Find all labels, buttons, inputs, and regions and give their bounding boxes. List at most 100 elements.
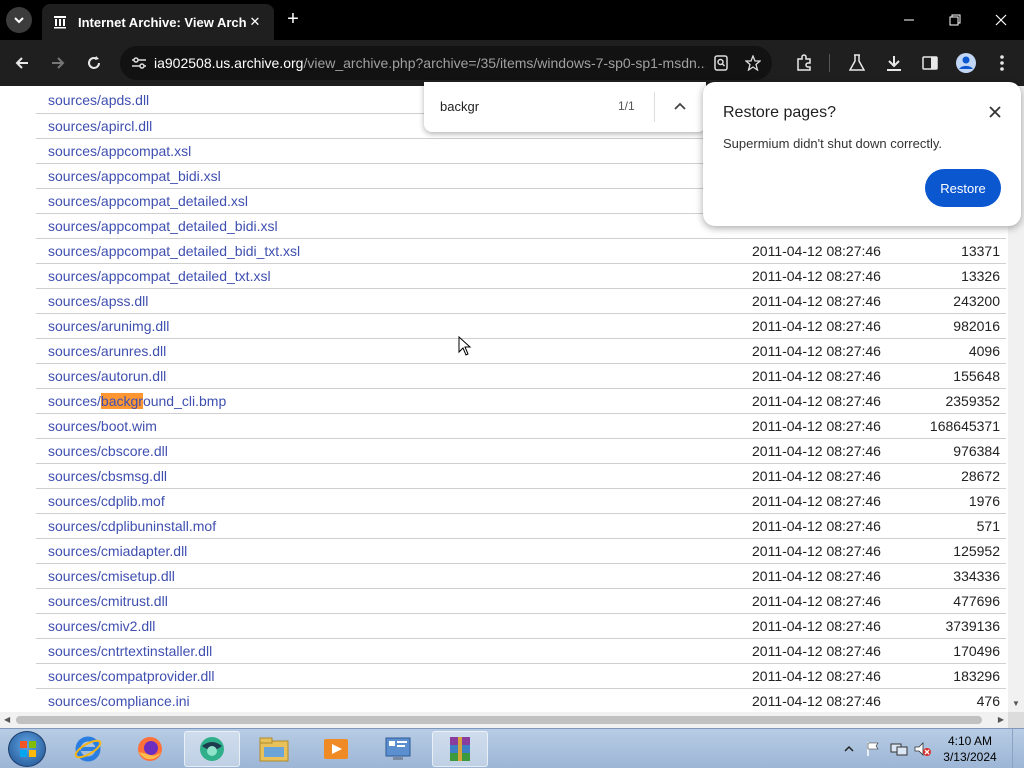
file-size-cell: 476 [906, 688, 1006, 712]
file-link[interactable]: sources/appcompat_detailed.xsl [48, 193, 248, 209]
firefox-icon[interactable] [122, 731, 178, 767]
file-link[interactable]: sources/appcompat_bidi.xsl [48, 168, 221, 184]
file-link[interactable]: sources/appcompat.xsl [48, 143, 191, 159]
file-link[interactable]: sources/cbscore.dll [48, 443, 168, 459]
file-size-cell: 571 [906, 513, 1006, 539]
file-link[interactable]: sources/apircl.dll [48, 118, 152, 134]
scroll-right-arrow-icon[interactable]: ▶ [998, 715, 1004, 724]
active-tab[interactable]: Internet Archive: View Archive ✕ [42, 4, 274, 40]
menu-dots-icon[interactable] [990, 51, 1014, 75]
address-bar[interactable]: ia902508.us.archive.org/view_archive.php… [120, 46, 772, 80]
file-link[interactable]: sources/appcompat_detailed_txt.xsl [48, 268, 271, 284]
file-name-cell: sources/cdplib.mof [36, 488, 752, 514]
action-center-flag-icon[interactable] [866, 729, 880, 768]
restore-dialog-title: Restore pages? [723, 104, 836, 121]
file-name-cell: sources/appcompat_detailed_txt.xsl [36, 263, 752, 289]
file-date-cell: 2011-04-12 08:27:46 [752, 688, 906, 712]
find-bar: backgr 1/1 [424, 82, 706, 132]
labs-flask-icon[interactable] [845, 51, 869, 75]
file-link[interactable]: sources/cmitrust.dll [48, 593, 168, 609]
file-link[interactable]: sources/autorun.dll [48, 368, 166, 384]
file-link[interactable]: sources/apss.dll [48, 293, 148, 309]
file-link[interactable]: sources/cntrtextinstaller.dll [48, 643, 212, 659]
file-name-cell: sources/appcompat_detailed_bidi.xsl [36, 213, 752, 239]
file-link[interactable]: sources/arunres.dll [48, 343, 166, 359]
close-window-button[interactable] [978, 0, 1024, 40]
table-row: sources/cmiv2.dll 2011-04-12 08:27:46 3739… [36, 613, 1006, 639]
file-link[interactable]: sources/appcompat_detailed_bidi.xsl [48, 218, 278, 234]
find-previous-chevron-up-icon[interactable] [670, 96, 690, 116]
find-in-page-icon[interactable] [710, 52, 732, 74]
restore-window-button[interactable] [932, 0, 978, 40]
side-panel-icon[interactable] [918, 51, 942, 75]
bookmark-star-icon[interactable] [742, 52, 764, 74]
reload-icon[interactable] [82, 51, 106, 75]
back-arrow-icon[interactable] [10, 51, 34, 75]
file-link[interactable]: sources/compatprovider.dll [48, 668, 215, 684]
restore-dialog-message: Supermium didn't shut down correctly. [723, 136, 943, 151]
start-button-windows-icon[interactable] [8, 731, 46, 767]
forward-arrow-icon[interactable] [46, 51, 70, 75]
file-size-cell: 477696 [906, 588, 1006, 614]
file-size-cell: 3739136 [906, 613, 1006, 639]
browser-toolbar: ia902508.us.archive.org/view_archive.php… [0, 40, 1024, 86]
scroll-left-arrow-icon[interactable]: ◀ [4, 715, 10, 724]
restore-button[interactable]: Restore [925, 169, 1001, 207]
file-link[interactable]: sources/cbsmsg.dll [48, 468, 167, 484]
file-date-cell: 2011-04-12 08:27:46 [752, 463, 906, 489]
file-link[interactable]: sources/cdplibuninstall.mof [48, 518, 216, 534]
internet-explorer-icon[interactable] [60, 731, 116, 767]
table-row: sources/cdplibuninstall.mof 2011-04-12 08… [36, 513, 1006, 539]
clock-time: 4:10 AM [947, 734, 993, 748]
table-row: sources/arunimg.dll 2011-04-12 08:27:46 98… [36, 313, 1006, 339]
file-name-cell: sources/appcompat_detailed.xsl [36, 188, 752, 214]
file-explorer-icon[interactable] [246, 731, 302, 767]
show-hidden-icons-chevron-icon[interactable] [844, 729, 854, 768]
file-date-cell: 2011-04-12 08:27:46 [752, 563, 906, 589]
site-info-icon[interactable] [124, 56, 154, 70]
profile-avatar-icon[interactable] [954, 51, 978, 75]
file-link[interactable]: sources/compliance.ini [48, 693, 190, 709]
horizontal-scrollbar[interactable]: ◀ ▶ [0, 712, 1008, 728]
file-date-cell: 2011-04-12 08:27:46 [752, 538, 906, 564]
supermium-icon[interactable] [184, 731, 240, 767]
file-size-cell: 170496 [906, 638, 1006, 664]
file-link[interactable]: sources/background_cli.bmp [48, 392, 226, 409]
tab-close-icon[interactable]: ✕ [246, 13, 264, 31]
file-link[interactable]: sources/appcompat_detailed_bidi_txt.xsl [48, 243, 300, 259]
tab-search-button[interactable] [6, 7, 32, 33]
file-name-cell: sources/cmisetup.dll [36, 563, 752, 589]
file-size-cell: 976384 [906, 438, 1006, 464]
show-desktop-button[interactable] [1012, 729, 1024, 768]
scroll-down-arrow-icon[interactable]: ▼ [1012, 699, 1020, 708]
table-row: sources/arunres.dll 2011-04-12 08:27:46 40… [36, 338, 1006, 364]
volume-muted-icon[interactable] [914, 729, 932, 768]
control-panel-icon[interactable] [370, 731, 426, 767]
winrar-icon[interactable] [432, 731, 488, 767]
toolbar-divider [829, 54, 830, 72]
file-link[interactable]: sources/cmiv2.dll [48, 618, 155, 634]
new-tab-button[interactable]: + [282, 9, 304, 31]
file-link[interactable]: sources/cmiadapter.dll [48, 543, 187, 559]
find-input[interactable]: backgr [440, 99, 479, 114]
table-row: sources/boot.wim 2011-04-12 08:27:46 16864… [36, 413, 1006, 439]
horizontal-scroll-thumb[interactable] [16, 716, 982, 724]
download-icon[interactable] [882, 51, 906, 75]
file-link[interactable]: sources/apds.dll [48, 92, 149, 108]
archive-favicon-icon [52, 14, 68, 30]
table-row: sources/appcompat_detailed_bidi_txt.xsl 2… [36, 238, 1006, 264]
extensions-icon[interactable] [792, 51, 816, 75]
file-link[interactable]: sources/boot.wim [48, 418, 157, 434]
file-size-cell: 982016 [906, 313, 1006, 339]
taskbar-clock[interactable]: 4:10 AM 3/13/2024 [935, 733, 1005, 765]
media-player-icon[interactable] [308, 731, 364, 767]
url-text[interactable]: ia902508.us.archive.org/view_archive.php… [154, 55, 706, 71]
file-link[interactable]: sources/arunimg.dll [48, 318, 169, 334]
file-link[interactable]: sources/cmisetup.dll [48, 568, 175, 584]
close-icon[interactable] [985, 102, 1005, 122]
minimize-button[interactable] [886, 0, 932, 40]
network-icon[interactable] [890, 729, 908, 768]
file-size-cell: 155648 [906, 363, 1006, 389]
file-link[interactable]: sources/cdplib.mof [48, 493, 165, 509]
mouse-pointer-icon [458, 335, 472, 361]
